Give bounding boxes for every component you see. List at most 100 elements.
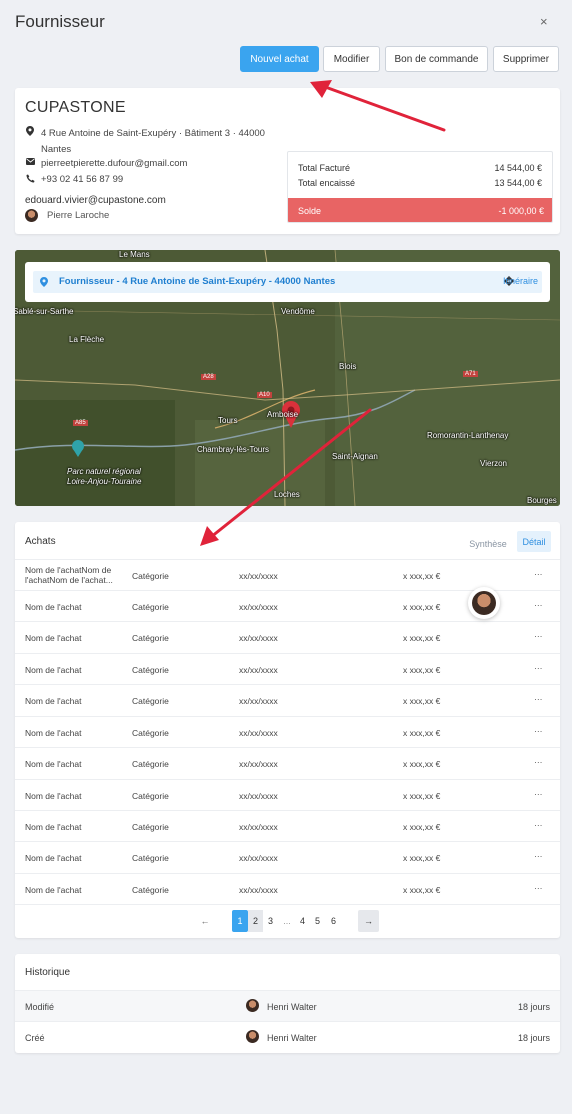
purchase-amount: x xxx,xx €: [403, 728, 441, 738]
table-row[interactable]: Nom de l'achat Catégorie xx/xx/xxxx x xx…: [15, 684, 560, 715]
location-bar: Fournisseur - 4 Rue Antoine de Saint-Exu…: [25, 262, 550, 302]
purchase-category: Catégorie: [132, 602, 169, 612]
edit-button[interactable]: Modifier: [323, 46, 380, 72]
user-avatar-bubble[interactable]: [468, 587, 500, 619]
page-4-button[interactable]: 4: [295, 910, 310, 932]
table-row[interactable]: Nom de l'achat Catégorie xx/xx/xxxx x xx…: [15, 873, 560, 904]
map-label: Le Mans: [119, 250, 150, 259]
page-ellipsis: ...: [283, 916, 291, 926]
history-title: Historique: [25, 967, 71, 978]
supplier-email[interactable]: pierreetpierette.dufour@gmail.com: [41, 158, 187, 169]
more-icon[interactable]: ···: [534, 631, 543, 641]
more-icon[interactable]: ···: [534, 789, 543, 799]
page-1-button[interactable]: 1: [232, 910, 248, 932]
collected-value: 13 544,00 €: [494, 178, 542, 188]
more-icon[interactable]: ···: [534, 726, 543, 736]
table-row[interactable]: Nom de l'achat Catégorie xx/xx/xxxx x xx…: [15, 716, 560, 747]
purchase-category: Catégorie: [132, 791, 169, 801]
contact-person: Pierre Laroche: [25, 209, 109, 222]
location-field[interactable]: Fournisseur - 4 Rue Antoine de Saint-Exu…: [33, 271, 542, 293]
map-label: Amboise: [267, 410, 299, 419]
table-row[interactable]: Nom de l'achat Catégorie xx/xx/xxxx x xx…: [15, 810, 560, 841]
delete-button[interactable]: Supprimer: [493, 46, 559, 72]
road-badge: A85: [73, 420, 88, 426]
table-row[interactable]: Nom de l'achat Catégorie xx/xx/xxxx x xx…: [15, 841, 560, 872]
purchase-date: xx/xx/xxxx: [239, 665, 278, 675]
map-label: Sablé-sur-Sarthe: [15, 307, 74, 316]
balance-bar: Solde -1 000,00 €: [288, 198, 552, 222]
route-link[interactable]: Itinéraire: [503, 276, 538, 286]
table-row[interactable]: Nom de l'achat Catégorie xx/xx/xxxx x xx…: [15, 653, 560, 684]
more-icon[interactable]: ···: [534, 757, 543, 767]
more-icon[interactable]: ···: [534, 820, 543, 830]
road-badge: A71: [463, 371, 478, 377]
purchase-amount: x xxx,xx €: [403, 665, 441, 675]
purchase-date: xx/xx/xxxx: [239, 602, 278, 612]
order-form-button[interactable]: Bon de commande: [385, 46, 488, 72]
location-text: Fournisseur - 4 Rue Antoine de Saint-Exu…: [59, 276, 336, 287]
map-label: Chambray-lès-Tours: [197, 445, 270, 454]
purchase-name: Nom de l'achat: [25, 665, 82, 675]
more-icon[interactable]: ···: [534, 600, 543, 610]
purchase-category: Catégorie: [132, 696, 169, 706]
map-label: Loches: [274, 490, 300, 499]
purchase-date: xx/xx/xxxx: [239, 633, 278, 643]
address-line-2: Nantes: [41, 144, 72, 155]
map-label: Blois: [339, 362, 357, 371]
page-6-button[interactable]: 6: [326, 910, 341, 932]
more-icon[interactable]: ···: [534, 851, 543, 861]
purchase-name: Nom de l'achat: [25, 791, 82, 801]
more-icon[interactable]: ···: [534, 569, 543, 579]
purchase-name: Nom de l'achat: [25, 633, 82, 643]
more-icon[interactable]: ···: [534, 663, 543, 673]
page-3-button[interactable]: 3: [263, 910, 278, 932]
purchase-amount: x xxx,xx €: [403, 759, 441, 769]
table-row[interactable]: Nom de l'achat Catégorie xx/xx/xxxx x xx…: [15, 779, 560, 810]
map-label: Romorantin-Lanthenay: [427, 431, 509, 440]
purchase-category: Catégorie: [132, 728, 169, 738]
close-icon[interactable]: ×: [540, 14, 548, 29]
avatar: [25, 209, 38, 222]
table-row[interactable]: Nom de l'achat Catégorie xx/xx/xxxx x xx…: [15, 747, 560, 778]
more-icon[interactable]: ···: [534, 883, 543, 893]
purchase-amount: x xxx,xx €: [403, 822, 441, 832]
map-label: Vierzon: [480, 459, 507, 468]
table-row[interactable]: Nom de l'achatNom de l'achatNom de l'ach…: [15, 559, 560, 590]
purchase-amount: x xxx,xx €: [403, 571, 441, 581]
page-2-button[interactable]: 2: [248, 910, 263, 932]
purchases-card: Achats Synthèse Détail Nom de l'achatNom…: [15, 522, 560, 938]
purchase-amount: x xxx,xx €: [403, 853, 441, 863]
history-action: Modifié: [25, 1002, 55, 1012]
supplier-address: 4 Rue Antoine de Saint-Exupéry · Bâtimen…: [25, 126, 265, 158]
history-time: 18 jours: [517, 1002, 550, 1012]
tab-detail[interactable]: Détail: [517, 531, 551, 552]
prev-page-button[interactable]: ←: [195, 910, 215, 932]
map[interactable]: Le Mans Vendôme La Flèche Blois Tours Am…: [15, 250, 560, 506]
next-page-button[interactable]: →: [358, 910, 379, 932]
purchase-category: Catégorie: [132, 571, 169, 581]
purchase-date: xx/xx/xxxx: [239, 571, 278, 581]
purchase-amount: x xxx,xx €: [403, 696, 441, 706]
contact-email[interactable]: edouard.vivier@cupastone.com: [25, 195, 166, 206]
phone-icon: [25, 174, 35, 183]
purchase-name: Nom de l'achat: [25, 602, 82, 612]
map-label: Vendôme: [281, 307, 315, 316]
more-icon[interactable]: ···: [534, 694, 543, 704]
supplier-phone-row: +93 02 41 56 87 99: [25, 174, 123, 185]
supplier-phone[interactable]: +93 02 41 56 87 99: [41, 174, 123, 185]
purchase-amount: x xxx,xx €: [403, 885, 441, 895]
address-line-1: 4 Rue Antoine de Saint-Exupéry · Bâtimen…: [41, 128, 265, 139]
map-label: Loire-Anjou-Touraine: [67, 477, 142, 486]
contact-name: Pierre Laroche: [47, 210, 110, 221]
purchase-category: Catégorie: [132, 665, 169, 675]
purchase-category: Catégorie: [132, 853, 169, 863]
history-user: Henri Walter: [267, 1033, 317, 1043]
tab-synthese[interactable]: Synthèse: [464, 534, 512, 554]
page-5-button[interactable]: 5: [310, 910, 325, 932]
purchase-category: Catégorie: [132, 633, 169, 643]
purchase-name: Nom de l'achat: [25, 822, 82, 832]
new-purchase-button[interactable]: Nouvel achat: [240, 46, 319, 72]
purchase-category: Catégorie: [132, 759, 169, 769]
history-action: Créé: [25, 1033, 45, 1043]
table-row[interactable]: Nom de l'achat Catégorie xx/xx/xxxx x xx…: [15, 621, 560, 652]
